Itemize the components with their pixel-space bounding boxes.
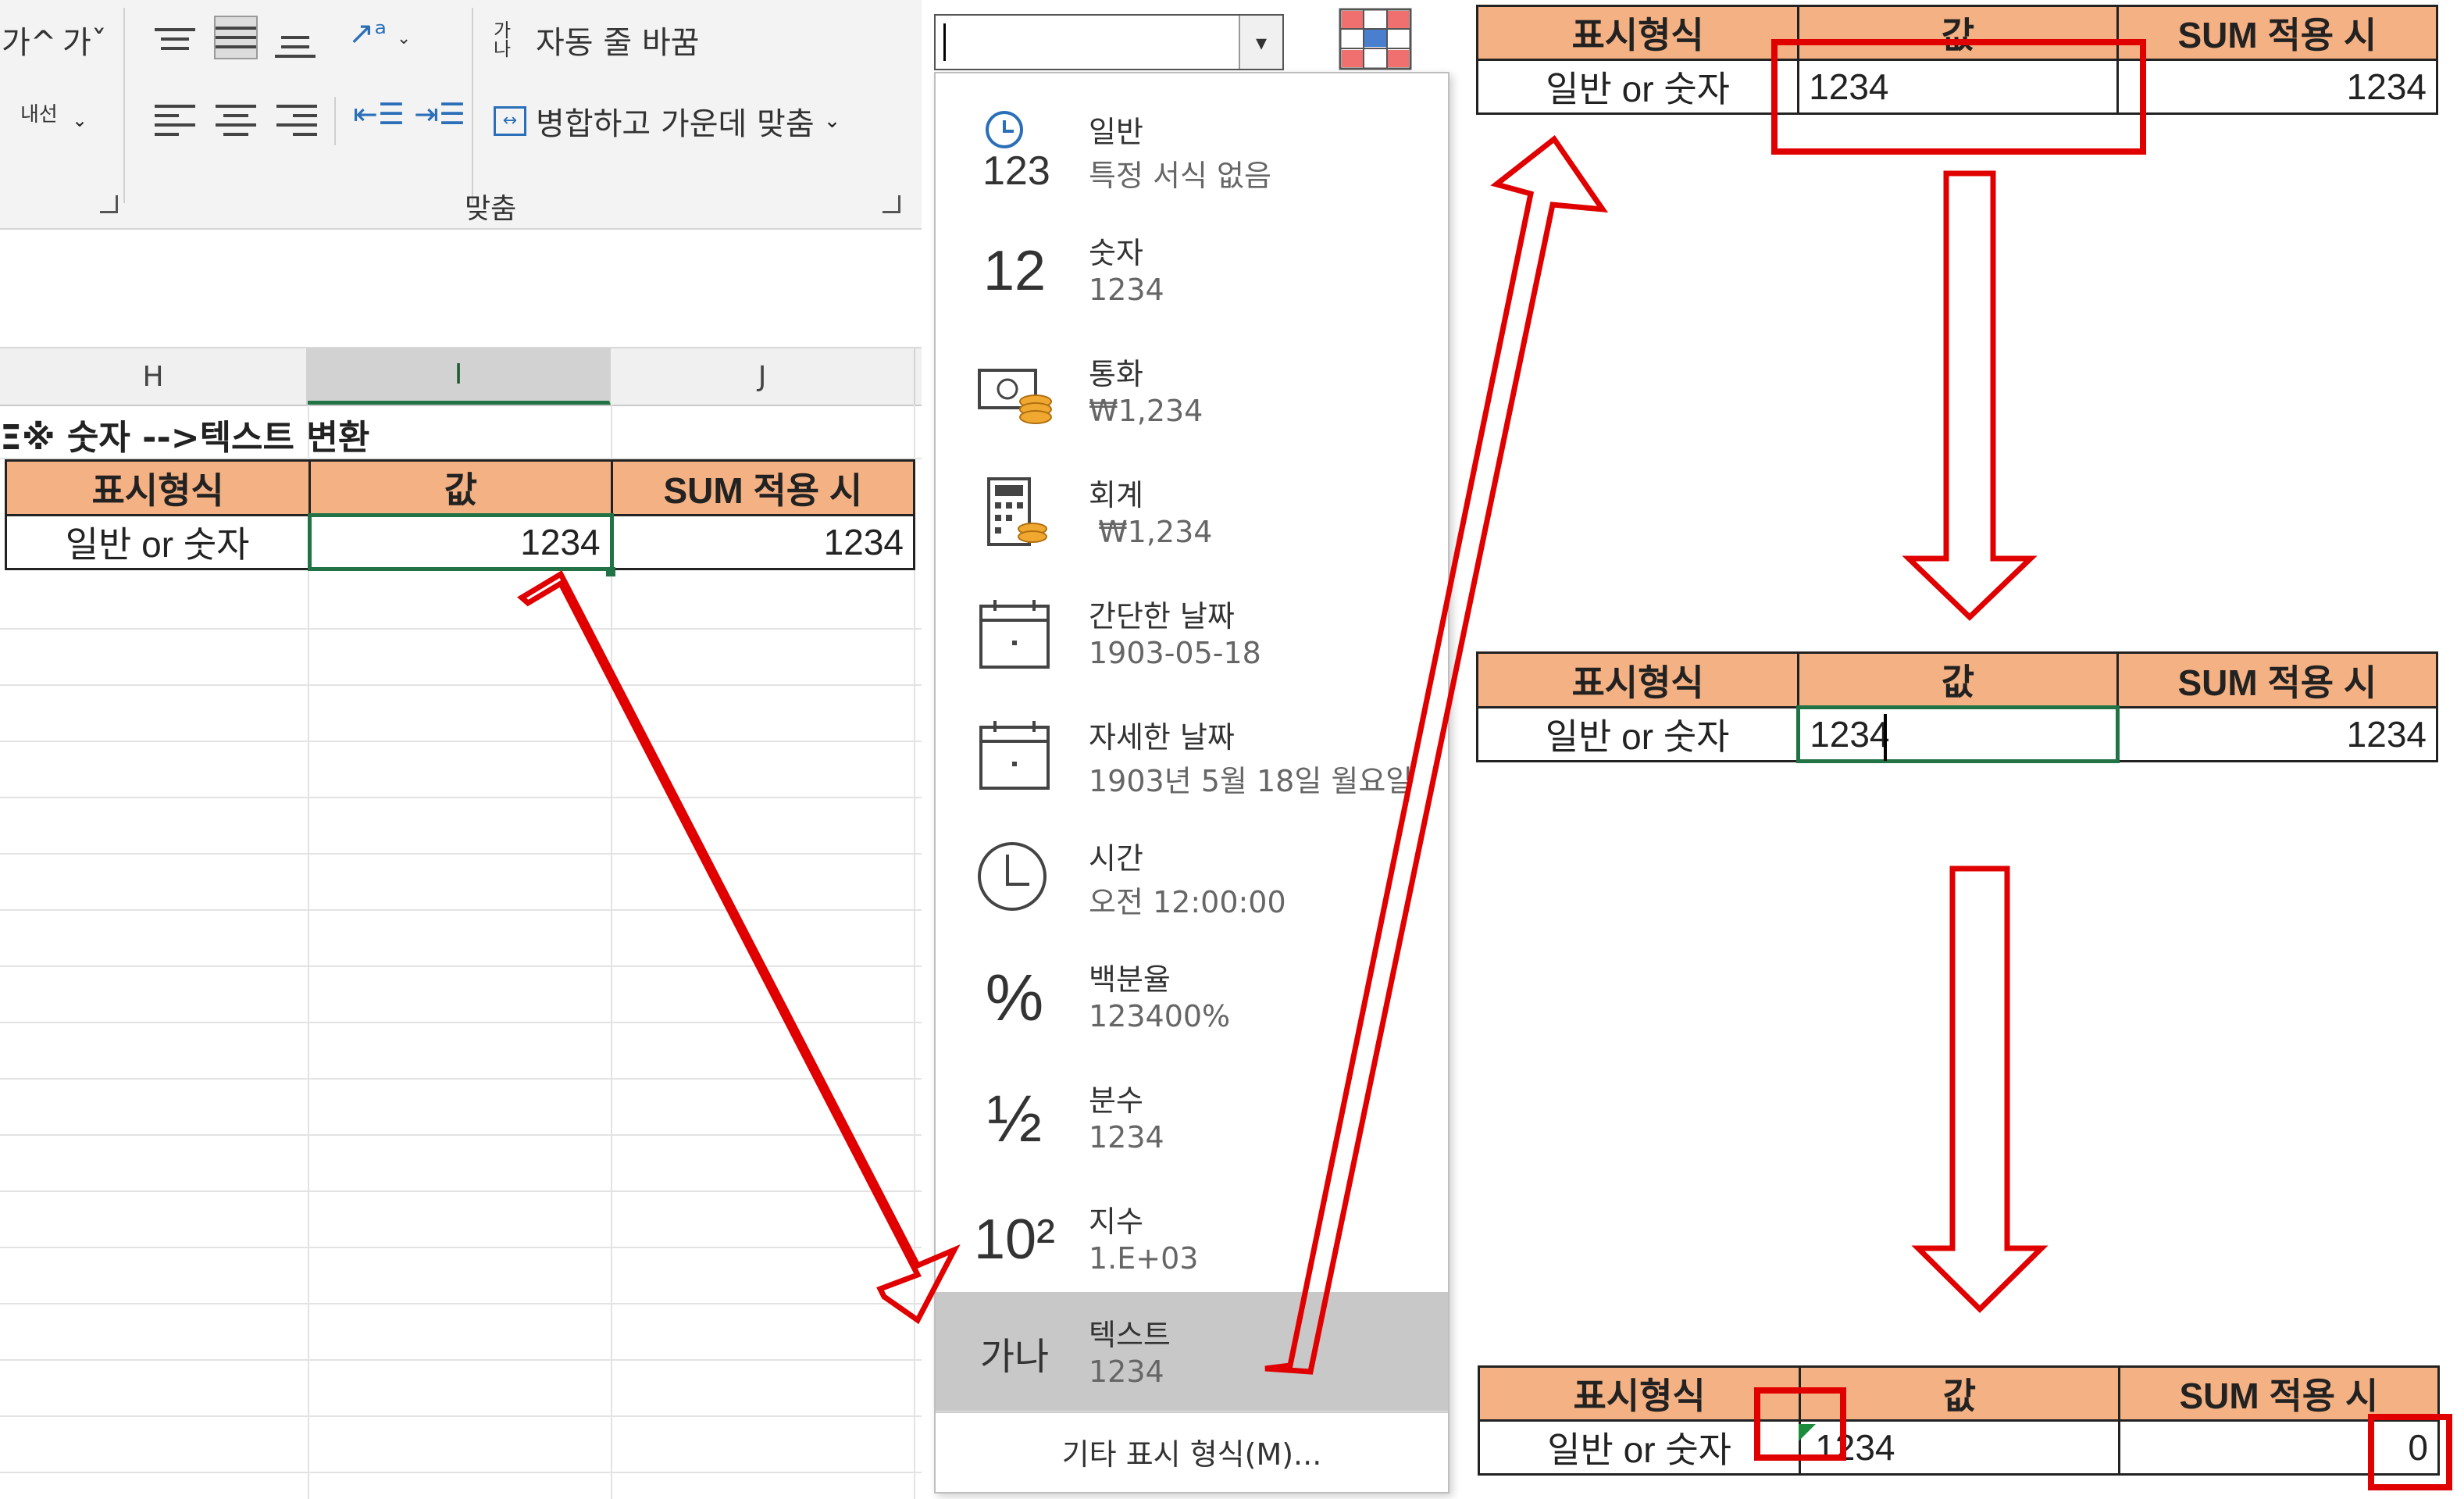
highlight-sum-zero xyxy=(2368,1414,2452,1490)
highlight-error-indicator xyxy=(1754,1387,1846,1461)
arrow-down-2 xyxy=(1911,865,2049,1313)
arrow-down-1 xyxy=(1902,170,2038,621)
annotation-layer xyxy=(517,134,2049,1375)
arrow-to-text-format xyxy=(517,570,961,1325)
highlight-step1-value xyxy=(1771,39,2146,155)
arrow-to-step1 xyxy=(1264,134,1609,1375)
